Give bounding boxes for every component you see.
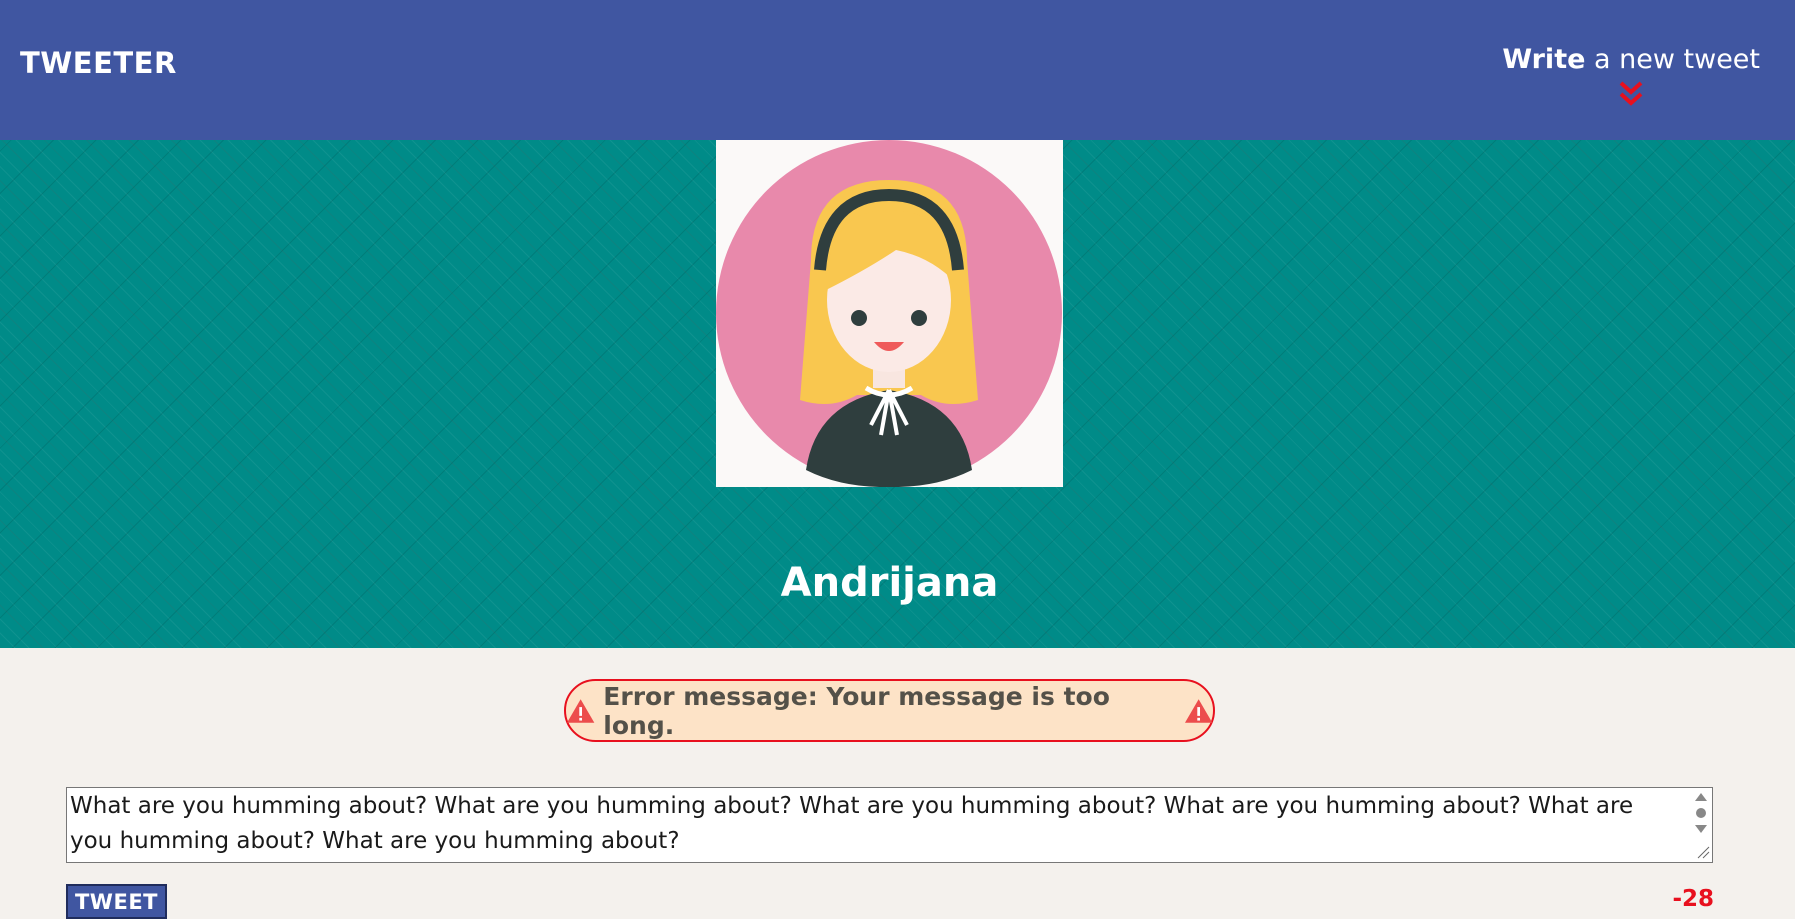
error-message: Error message: Your message is too long.: [564, 679, 1215, 742]
profile-name: Andrijana: [780, 560, 999, 606]
compose-label-strong: Write: [1502, 44, 1586, 75]
brand-logo: TWEETER: [20, 46, 177, 80]
profile-header: Andrijana: [0, 140, 1795, 648]
avatar: [716, 140, 1063, 487]
avatar-girl-icon: [716, 140, 1062, 487]
scrollbar-controls-icon: [1695, 793, 1710, 859]
tweet-submit-button[interactable]: TWEET: [66, 884, 167, 919]
tweet-textarea[interactable]: What are you humming about? What are you…: [66, 787, 1713, 863]
top-nav: TWEETER Write a new tweet: [0, 0, 1795, 140]
compose-label-rest: a new tweet: [1585, 44, 1760, 75]
warning-triangle-icon: [566, 698, 595, 723]
textarea-scrollbar[interactable]: [1690, 788, 1712, 862]
write-new-tweet-toggle[interactable]: Write a new tweet: [1502, 42, 1760, 108]
error-text: Error message: Your message is too long.: [603, 681, 1110, 740]
compose-label: Write a new tweet: [1502, 44, 1760, 75]
character-counter: -28: [1672, 886, 1714, 912]
warning-triangle-icon: [1184, 698, 1213, 723]
double-chevron-down-icon: [1619, 81, 1643, 106]
